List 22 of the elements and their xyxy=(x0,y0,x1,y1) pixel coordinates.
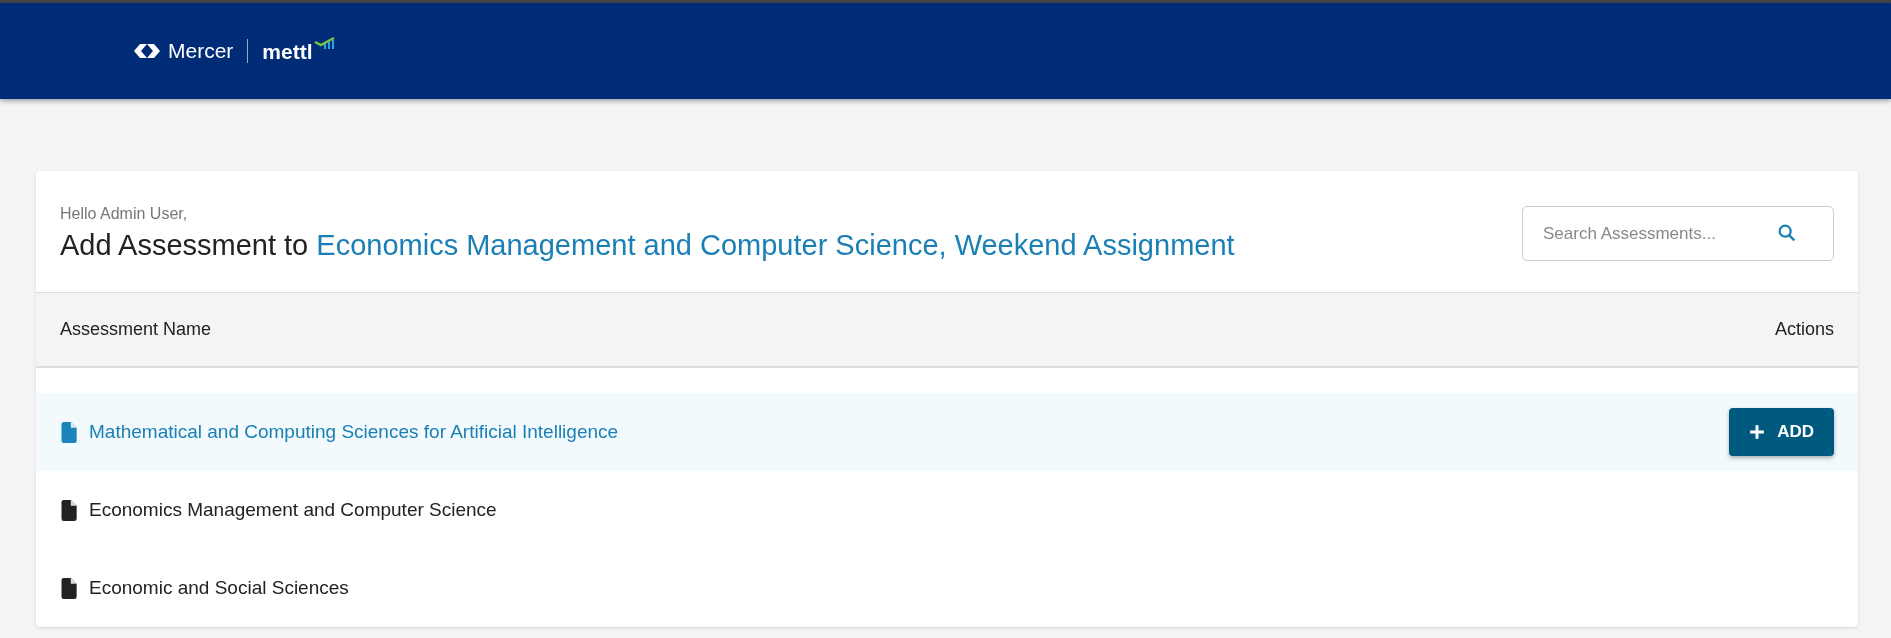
assessment-name[interactable]: Mathematical and Computing Sciences for Artificial Intelligence xyxy=(89,421,1718,443)
greeting-text: Hello Admin User, xyxy=(60,205,189,223)
highlighted-row[interactable]: Mathematical and Computing Sciences for Artificial Intelligence ADD xyxy=(36,393,1858,471)
document-icon xyxy=(60,499,77,521)
product-name: mettl xyxy=(262,40,313,62)
document-icon xyxy=(60,421,77,443)
add-button[interactable]: ADD xyxy=(1729,408,1834,456)
assessment-name[interactable]: Economic and Social Sciences xyxy=(89,577,1834,599)
chart-check-icon xyxy=(313,36,336,49)
assignment-link[interactable]: Economics Management and Computer Science, Weekend Assignment xyxy=(316,229,1235,261)
brand-name: Mercer xyxy=(168,39,234,63)
page-title: Add Assessment to Economics Management and Computer Science, Weekend Assignment xyxy=(60,229,1235,262)
search-icon xyxy=(1776,222,1798,244)
search-field[interactable]: Search Assessments... xyxy=(1522,206,1834,261)
table-row[interactable]: Economics Management and Computer Science xyxy=(36,471,1858,549)
plus-icon xyxy=(1749,424,1766,440)
column-header: Actions xyxy=(1774,319,1834,340)
column-header: Assessment Name xyxy=(60,319,212,340)
logo-icon xyxy=(132,42,162,60)
table-row[interactable]: Economic and Social Sciences xyxy=(36,549,1858,627)
document-icon xyxy=(60,577,77,599)
assessment-name[interactable]: Economics Management and Computer Science xyxy=(89,499,1834,521)
